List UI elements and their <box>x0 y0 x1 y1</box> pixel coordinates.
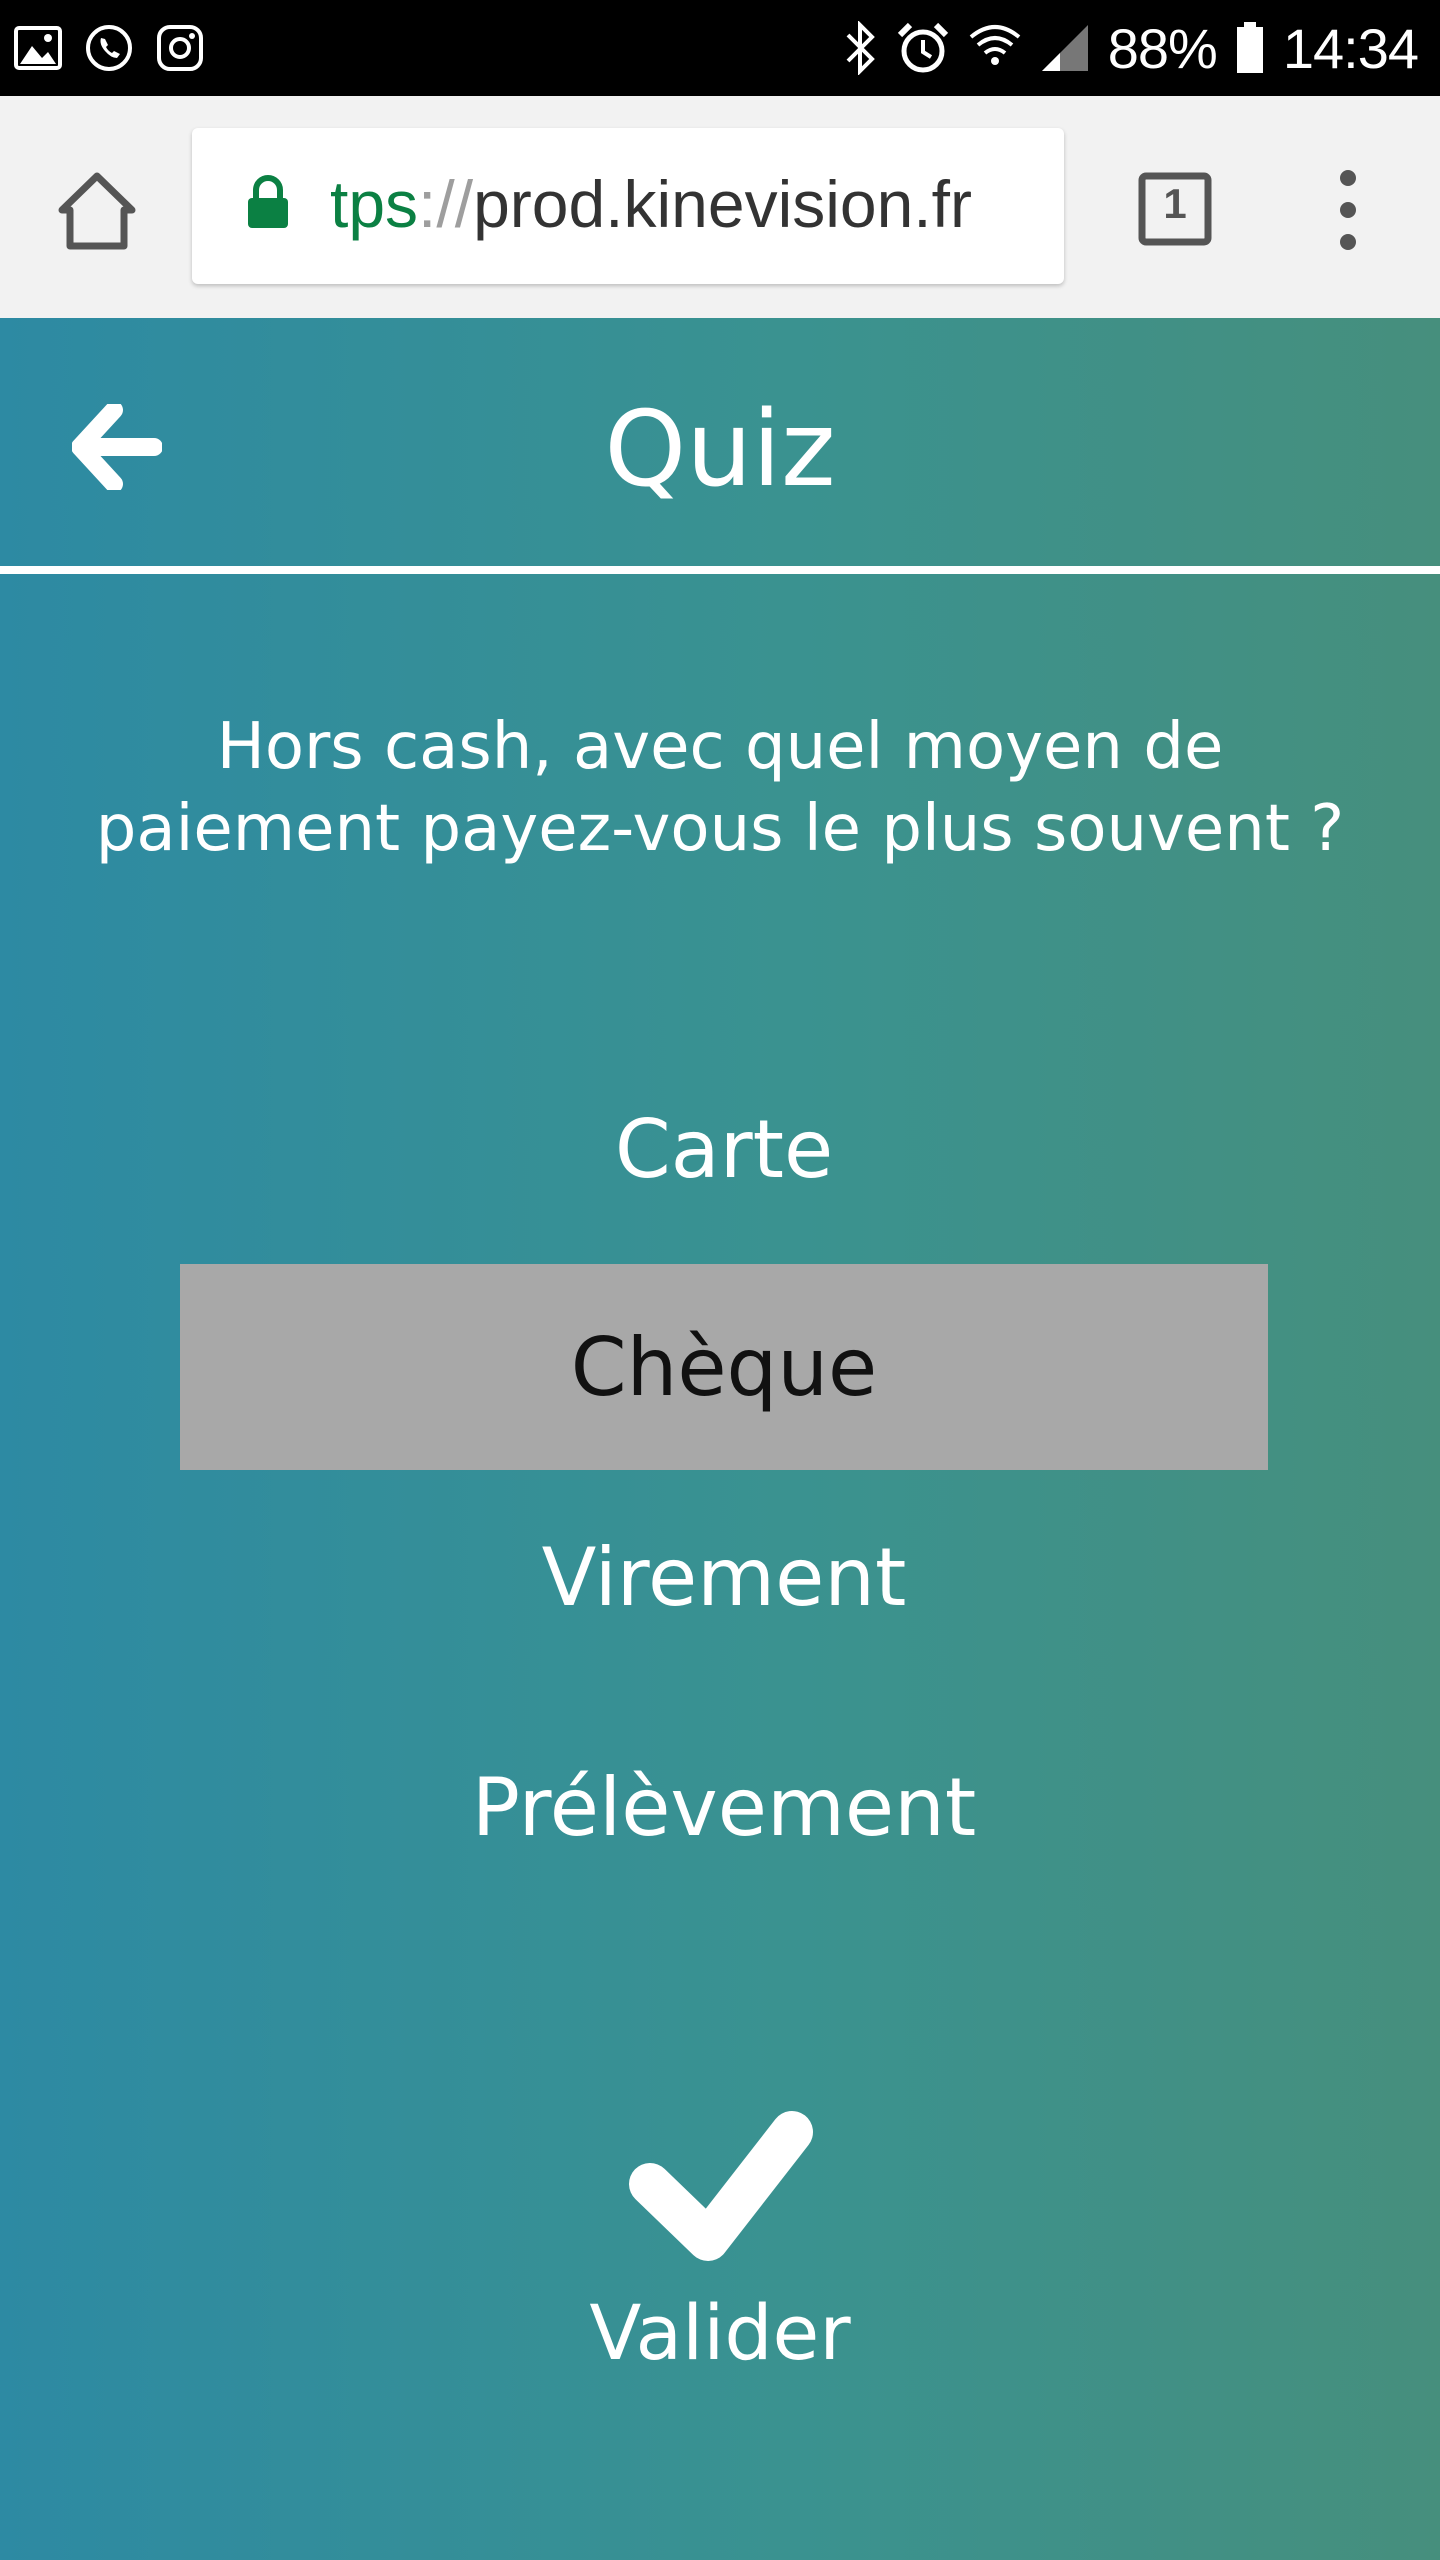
option-carte[interactable]: Carte <box>180 1044 1268 1254</box>
whatsapp-icon <box>84 23 134 73</box>
more-vert-icon <box>1340 170 1356 250</box>
wifi-icon <box>968 23 1022 73</box>
validate-button[interactable]: Valider <box>520 2102 920 2402</box>
instagram-icon <box>156 24 204 72</box>
tab-count: 1 <box>1163 180 1187 227</box>
option-virement[interactable]: Virement <box>180 1474 1268 1680</box>
status-bar: 88% 14:34 <box>0 0 1440 96</box>
option-label: Carte <box>614 1102 834 1196</box>
option-label: Virement <box>541 1530 907 1624</box>
option-prelevement[interactable]: Prélèvement <box>180 1704 1268 1910</box>
url-bar[interactable]: tps://prod.kinevision.fr <box>192 128 1064 284</box>
clock: 14:34 <box>1282 16 1419 80</box>
checkmark-icon <box>629 2111 813 2261</box>
url-separator: :// <box>418 167 474 241</box>
page-title: Quiz <box>604 388 836 510</box>
bluetooth-icon <box>844 21 878 75</box>
header-divider <box>0 566 1440 574</box>
option-label: Prélèvement <box>471 1760 977 1854</box>
url-host: prod.kinevision.fr <box>473 167 972 241</box>
signal-icon <box>1040 23 1090 73</box>
page-header: Quiz <box>0 318 1440 574</box>
status-bar-system: 88% 14:34 <box>844 14 1419 82</box>
status-bar-notifications <box>14 18 204 78</box>
lock-icon <box>246 174 290 235</box>
quiz-page: Quiz Hors cash, avec quel moyen de paiem… <box>0 318 1440 2560</box>
battery-icon <box>1235 21 1265 75</box>
tab-switcher-button[interactable]: 1 <box>1138 172 1212 246</box>
browser-menu-button[interactable] <box>1328 168 1368 252</box>
option-cheque[interactable]: Chèque <box>180 1264 1268 1470</box>
home-icon <box>58 172 136 250</box>
url-text[interactable]: tps://prod.kinevision.fr <box>330 166 972 242</box>
home-button[interactable] <box>52 166 142 256</box>
battery-percent: 88% <box>1107 16 1218 80</box>
option-label: Chèque <box>570 1320 878 1414</box>
gallery-icon <box>14 26 62 70</box>
browser-toolbar: tps://prod.kinevision.fr 1 <box>0 96 1440 318</box>
url-scheme: tps <box>330 167 419 241</box>
validate-label: Valider <box>589 2288 851 2377</box>
question-text: Hors cash, avec quel moyen de paiement p… <box>95 710 1345 866</box>
alarm-icon <box>896 21 950 75</box>
